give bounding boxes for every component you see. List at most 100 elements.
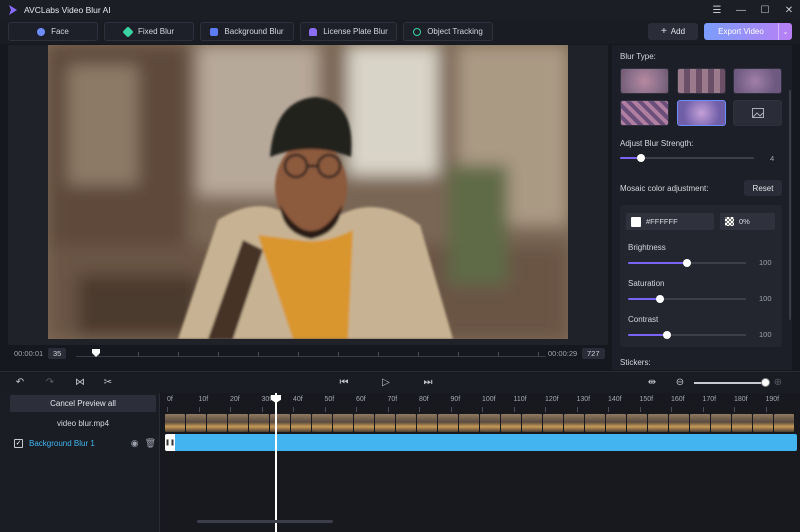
add-button[interactable]: + Add bbox=[648, 23, 698, 40]
tab-license-plate-blur[interactable]: License Plate Blur bbox=[300, 22, 397, 41]
close-icon[interactable]: ✕ bbox=[784, 5, 794, 16]
saturation-slider[interactable] bbox=[628, 295, 746, 303]
ruler-label: 110f bbox=[513, 396, 527, 403]
ruler-tick bbox=[230, 407, 231, 412]
reset-button[interactable]: Reset bbox=[744, 180, 782, 196]
filmstrip-frame bbox=[669, 414, 689, 432]
blur-type-motion[interactable] bbox=[620, 100, 669, 126]
app-title: AVCLabs Video Blur AI bbox=[24, 5, 111, 15]
brightness-slider[interactable] bbox=[628, 259, 746, 267]
background-blur-track[interactable]: ❚❚ bbox=[165, 434, 797, 451]
next-frame-icon[interactable]: ⏭ bbox=[422, 377, 434, 389]
redo-icon[interactable]: ↷ bbox=[44, 377, 56, 389]
contrast-slider[interactable] bbox=[628, 331, 746, 339]
ruler-label: 60f bbox=[356, 396, 366, 403]
blur-type-gaussian[interactable] bbox=[620, 68, 669, 94]
ruler-tick bbox=[450, 407, 452, 412]
cancel-preview-button[interactable]: Cancel Preview all bbox=[10, 395, 156, 412]
current-time: 00:00:01 bbox=[14, 349, 44, 358]
filmstrip-frame bbox=[459, 414, 479, 432]
ruler-tick bbox=[734, 407, 735, 412]
ruler-label: 190f bbox=[765, 396, 780, 403]
scrubber-handle[interactable] bbox=[92, 349, 100, 357]
playhead[interactable] bbox=[275, 393, 277, 532]
color-hex: #FFFFFF bbox=[646, 217, 678, 226]
tab-fixed-blur[interactable]: Fixed Blur bbox=[104, 22, 194, 41]
tab-object-tracking[interactable]: Object Tracking bbox=[403, 22, 493, 41]
split-icon[interactable]: ⋈ bbox=[74, 377, 86, 389]
export-video-button[interactable]: Export Video ⌄ bbox=[704, 23, 792, 40]
track-handle-icon[interactable]: ❚❚ bbox=[165, 434, 175, 451]
brightness-handle[interactable] bbox=[683, 259, 691, 267]
blur-type-selected[interactable] bbox=[677, 100, 726, 126]
ruler-label: 0f bbox=[167, 396, 173, 403]
panel-scrollbar[interactable] bbox=[789, 90, 791, 320]
tab-face[interactable]: Face bbox=[8, 22, 98, 41]
layer-name[interactable]: Background Blur 1 bbox=[29, 439, 125, 448]
tab-fixed-blur-label: Fixed Blur bbox=[137, 27, 174, 36]
ruler-label: 140f bbox=[608, 396, 622, 403]
scrubber-tick bbox=[418, 352, 419, 356]
filmstrip-frame bbox=[564, 414, 584, 432]
scrubber-tick bbox=[178, 352, 179, 356]
color-field[interactable]: #FFFFFF bbox=[626, 213, 714, 230]
color-swatch[interactable] bbox=[631, 216, 641, 227]
video-preview[interactable] bbox=[48, 45, 568, 339]
scrubber-track[interactable] bbox=[76, 356, 546, 357]
ruler-tick bbox=[356, 407, 357, 412]
minimize-icon[interactable]: — bbox=[736, 5, 746, 16]
ruler-label: 80f bbox=[419, 396, 429, 403]
export-dropdown-icon[interactable]: ⌄ bbox=[778, 23, 792, 40]
timeline-scrollbar[interactable] bbox=[197, 520, 333, 523]
zoom-slider-handle[interactable] bbox=[761, 378, 770, 387]
previous-frame-icon[interactable]: ⏮ bbox=[338, 377, 350, 389]
fit-timeline-icon[interactable]: ⇹ bbox=[646, 377, 658, 389]
preview-area bbox=[8, 45, 608, 345]
blur-type-custom-image[interactable] bbox=[733, 100, 782, 126]
ruler-tick bbox=[387, 407, 389, 412]
scrubber-tick bbox=[498, 352, 499, 356]
ruler-label: 50f bbox=[324, 396, 335, 403]
blur-strength-handle[interactable] bbox=[637, 154, 646, 162]
scrubber-tick bbox=[218, 352, 219, 356]
play-icon[interactable]: ▷ bbox=[380, 377, 392, 389]
current-frame[interactable]: 35 bbox=[48, 348, 67, 359]
saturation-handle[interactable] bbox=[655, 295, 664, 303]
layer-row[interactable]: ✓ Background Blur 1 ◉ 🗑 bbox=[10, 436, 156, 450]
blur-type-mosaic[interactable] bbox=[677, 68, 726, 94]
app-logo-icon bbox=[9, 5, 17, 15]
filmstrip-frame bbox=[228, 414, 248, 432]
ruler-label: 120f bbox=[545, 396, 559, 403]
tab-background-blur[interactable]: Background Blur bbox=[200, 22, 294, 41]
mosaic-color-label: Mosaic color adjustment: bbox=[620, 184, 709, 193]
opacity-field[interactable]: 0% bbox=[720, 213, 775, 230]
video-filmstrip[interactable] bbox=[165, 414, 797, 432]
filmstrip-frame bbox=[333, 414, 353, 432]
layer-checkbox[interactable]: ✓ bbox=[14, 438, 23, 448]
menu-icon[interactable]: ☰ bbox=[712, 5, 722, 16]
timeline-ruler[interactable]: 0f 10f 20f 30f 40f 50f 60f 70f 80f 90f 100f 110f 120… bbox=[161, 393, 800, 413]
brightness-label: Brightness bbox=[628, 243, 666, 252]
timeline-toolbar: ↶ ↷ ⋈ ✂ ⏮ ▷ ⏭ ⇹ ⊖ ⊕ bbox=[0, 371, 800, 393]
contrast-handle[interactable] bbox=[662, 331, 671, 339]
saturation-value: 100 bbox=[759, 294, 772, 303]
undo-icon[interactable]: ↶ bbox=[14, 377, 26, 389]
zoom-out-icon[interactable]: ⊖ bbox=[674, 377, 686, 389]
visibility-eye-icon[interactable]: ◉ bbox=[131, 438, 139, 449]
blur-strength-slider[interactable] bbox=[620, 154, 754, 162]
filmstrip-frame bbox=[480, 414, 500, 432]
scrubber-tick bbox=[378, 352, 379, 356]
plus-icon: + bbox=[660, 26, 667, 37]
delete-icon[interactable]: 🗑 bbox=[145, 438, 156, 449]
blur-type-soft[interactable] bbox=[733, 68, 782, 94]
filmstrip-frame bbox=[711, 414, 731, 432]
cut-icon[interactable]: ✂ bbox=[102, 377, 114, 389]
zoom-slider[interactable] bbox=[694, 382, 766, 384]
export-video-label: Export Video bbox=[718, 27, 764, 36]
object-tracking-icon bbox=[413, 27, 422, 36]
video-file-name: video blur.mp4 bbox=[56, 419, 110, 428]
maximize-icon[interactable]: ☐ bbox=[760, 5, 770, 16]
saturation-label: Saturation bbox=[628, 279, 665, 288]
zoom-in-icon[interactable]: ⊕ bbox=[772, 377, 784, 389]
ruler-tick bbox=[608, 407, 609, 412]
